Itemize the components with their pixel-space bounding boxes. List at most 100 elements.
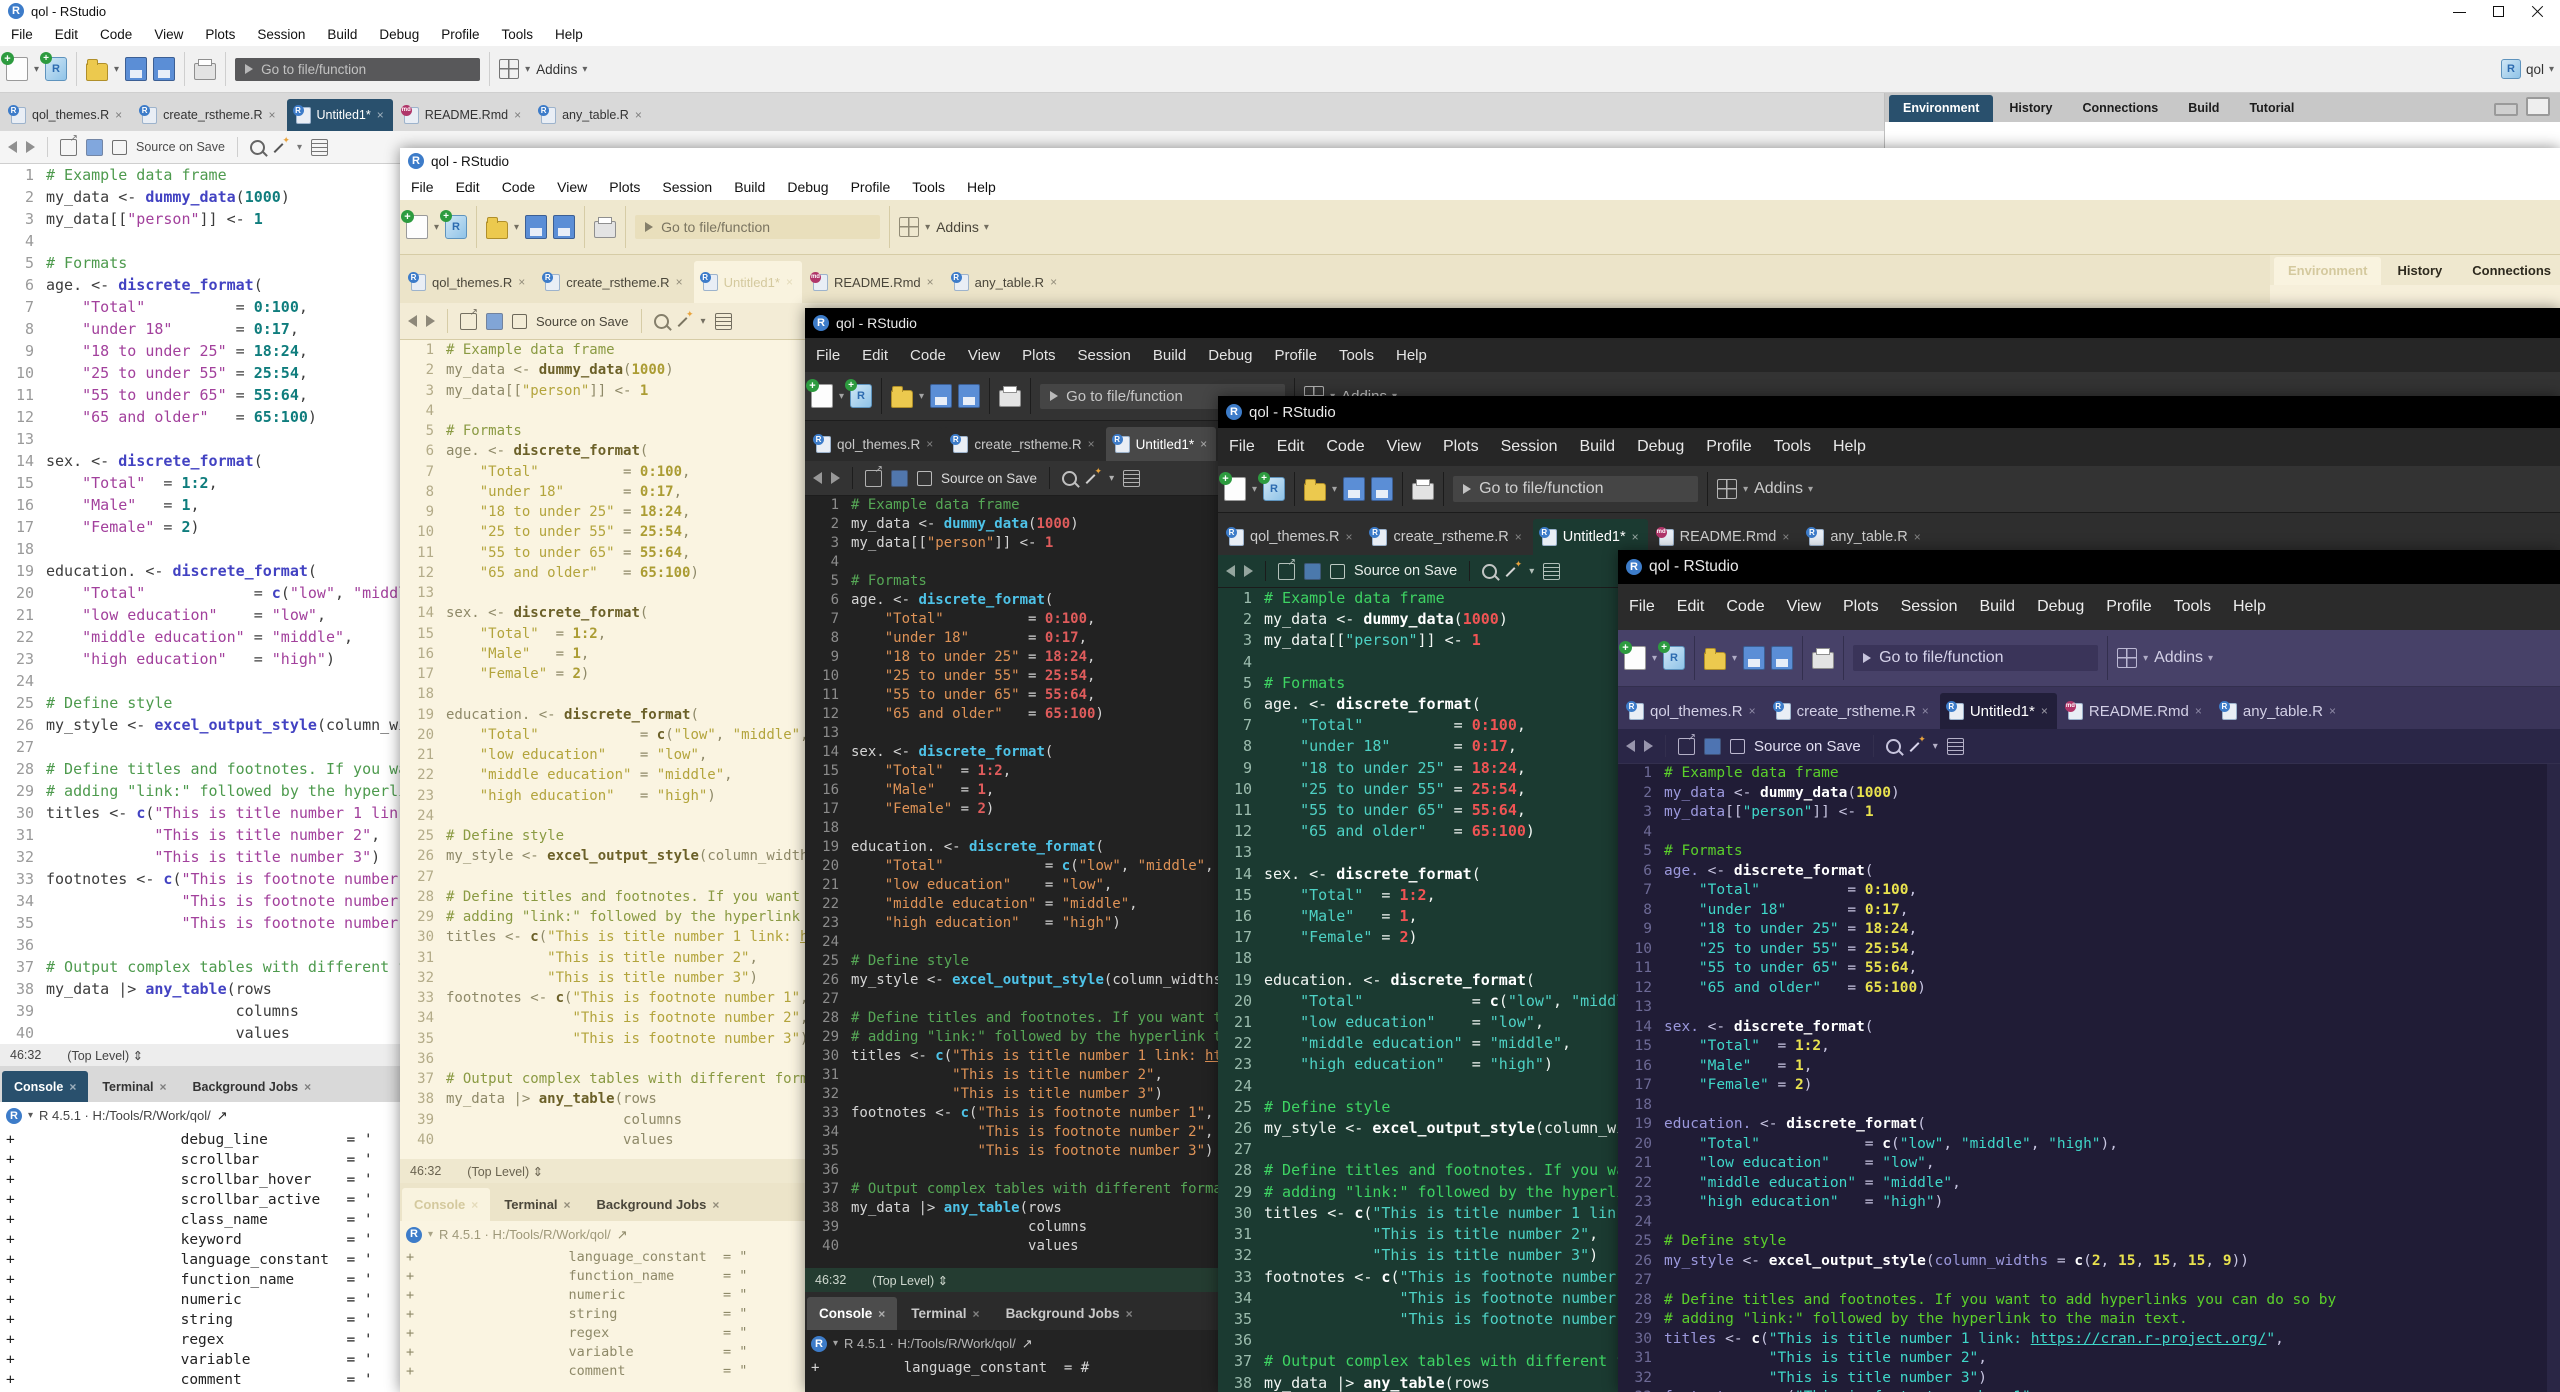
save-icon[interactable] [1343, 477, 1365, 501]
chevron-down-icon[interactable]: ▾ [2143, 653, 2148, 664]
code-line[interactable]: 9 "18 to under 25" = 18:24, [1618, 920, 2560, 940]
close-icon[interactable]: × [927, 275, 934, 289]
menu-item[interactable]: Session [651, 179, 723, 195]
save-icon[interactable] [525, 215, 547, 239]
menu-item[interactable]: Help [1385, 347, 1438, 364]
code-line[interactable]: 28# Define titles and footnotes. If you … [1618, 1291, 2560, 1311]
menu-item[interactable]: View [1776, 598, 1832, 616]
close-icon[interactable]: × [635, 108, 642, 122]
menu-item[interactable]: Code [89, 27, 143, 42]
menu-item[interactable]: Edit [1266, 438, 1316, 456]
new-file-icon[interactable] [1624, 646, 1646, 670]
menu-item[interactable]: Plots [1432, 438, 1490, 456]
maximize-pane-icon[interactable] [2526, 97, 2550, 116]
chevron-down-icon[interactable]: ▾ [34, 64, 39, 75]
console-tab[interactable]: Terminal × [492, 1188, 582, 1221]
workspace-panes-icon[interactable] [1717, 479, 1737, 499]
close-icon[interactable]: × [786, 275, 793, 289]
menu-item[interactable]: Code [1715, 598, 1775, 616]
code-line[interactable]: 31 "This is title number 2", [1618, 1349, 2560, 1369]
chevron-down-icon[interactable]: ▾ [1933, 741, 1938, 752]
close-icon[interactable]: × [926, 437, 933, 451]
console-tab[interactable]: Background Jobs × [585, 1188, 732, 1221]
goto-file-function-input[interactable]: Go to file/function [1853, 645, 2098, 671]
source-on-save-checkbox[interactable] [1330, 564, 1345, 579]
code-line[interactable]: 5# Formats [1618, 842, 2560, 862]
close-icon[interactable]: × [304, 1080, 311, 1094]
editor-tab[interactable]: create_rstheme.R × [944, 427, 1103, 461]
environment-tab[interactable]: Environment [1889, 95, 1993, 122]
environment-tab[interactable]: History [2383, 257, 2456, 285]
code-line[interactable]: 15 "Total" = 1:2, [1618, 1037, 2560, 1057]
window-titlebar[interactable]: R qol - RStudio [805, 308, 2560, 338]
compile-report-icon[interactable] [1123, 470, 1140, 487]
editor-tab[interactable]: create_rstheme.R × [536, 261, 691, 303]
save-all-icon[interactable] [153, 57, 175, 81]
save-source-icon[interactable] [86, 139, 103, 156]
editor-tab[interactable]: qol_themes.R × [807, 427, 942, 461]
editor-tab[interactable]: README.Rmd × [395, 99, 530, 131]
compile-report-icon[interactable] [311, 139, 328, 156]
open-file-icon[interactable] [486, 221, 508, 239]
window-titlebar[interactable]: R qol - RStudio [0, 0, 2560, 22]
console-tab[interactable]: Terminal × [899, 1297, 991, 1330]
code-line[interactable]: 27 [1618, 1271, 2560, 1291]
close-icon[interactable]: × [1515, 530, 1522, 544]
save-icon[interactable] [125, 57, 147, 81]
show-in-new-window-icon[interactable] [1278, 563, 1295, 580]
editor-tab[interactable]: README.Rmd × [2059, 693, 2211, 729]
back-icon[interactable] [408, 315, 417, 327]
code-tools-icon[interactable] [1506, 564, 1520, 578]
menu-item[interactable]: File [400, 179, 445, 195]
close-button[interactable] [2531, 5, 2544, 18]
code-line[interactable]: 20 "Total" = c("low", "middle", "high"), [1618, 1135, 2560, 1155]
save-source-icon[interactable] [486, 313, 503, 330]
addins-menu[interactable]: Addins▾ [536, 62, 587, 77]
close-icon[interactable]: × [1200, 437, 1207, 451]
code-line[interactable]: 19education. <- discrete_format( [1618, 1115, 2560, 1135]
console-tab[interactable]: Background Jobs × [994, 1297, 1145, 1330]
code-line[interactable]: 14sex. <- discrete_format( [1618, 1018, 2560, 1038]
open-file-icon[interactable] [86, 63, 108, 81]
menu-item[interactable]: Plots [194, 27, 246, 42]
menu-item[interactable]: Session [1890, 598, 1969, 616]
menu-item[interactable]: Code [899, 347, 957, 364]
chevron-down-icon[interactable]: ▾ [114, 64, 119, 75]
close-icon[interactable]: × [115, 108, 122, 122]
chevron-down-icon[interactable]: ▾ [839, 391, 844, 402]
menu-item[interactable]: Plots [1011, 347, 1066, 364]
back-icon[interactable] [8, 141, 17, 153]
back-icon[interactable] [1226, 565, 1235, 577]
console-tab[interactable]: Terminal × [90, 1071, 178, 1102]
show-in-new-window-icon[interactable] [60, 139, 77, 156]
chevron-down-icon[interactable]: ▾ [1652, 653, 1657, 664]
editor-tab[interactable]: qol_themes.R × [1620, 693, 1765, 729]
show-in-new-window-icon[interactable] [460, 313, 477, 330]
menu-item[interactable]: Build [316, 27, 368, 42]
chevron-down-icon[interactable]: ▾ [1252, 484, 1257, 495]
close-icon[interactable]: × [564, 1198, 571, 1212]
code-line[interactable]: 32 "This is title number 3") [1618, 1369, 2560, 1389]
code-line[interactable]: 30titles <- c("This is title number 1 li… [1618, 1330, 2560, 1350]
code-line[interactable]: 25# Define style [1618, 1232, 2560, 1252]
chevron-down-icon[interactable]: ▾ [1743, 484, 1748, 495]
menu-item[interactable]: File [0, 27, 44, 42]
save-all-icon[interactable] [553, 215, 575, 239]
show-in-new-window-icon[interactable] [1678, 738, 1695, 755]
close-icon[interactable]: × [471, 1198, 478, 1212]
editor-tab[interactable]: Untitled1* × [1106, 427, 1217, 461]
close-icon[interactable]: × [712, 1198, 719, 1212]
code-line[interactable]: 2my_data <- dummy_data(1000) [1618, 784, 2560, 804]
editor-tab[interactable]: any_table.R × [532, 99, 651, 131]
editor-tab[interactable]: Untitled1* × [287, 99, 393, 131]
new-project-icon[interactable] [1663, 646, 1685, 670]
environment-tab[interactable]: Connections [2068, 95, 2172, 122]
compile-report-icon[interactable] [1947, 738, 1964, 755]
new-project-icon[interactable] [45, 57, 67, 81]
chevron-down-icon[interactable]: ▾ [925, 222, 930, 233]
menu-item[interactable]: Edit [44, 27, 89, 42]
close-icon[interactable]: × [69, 1080, 76, 1094]
close-icon[interactable]: × [1050, 275, 1057, 289]
environment-tab[interactable]: Build [2174, 95, 2233, 122]
menu-item[interactable]: Debug [2026, 598, 2095, 616]
